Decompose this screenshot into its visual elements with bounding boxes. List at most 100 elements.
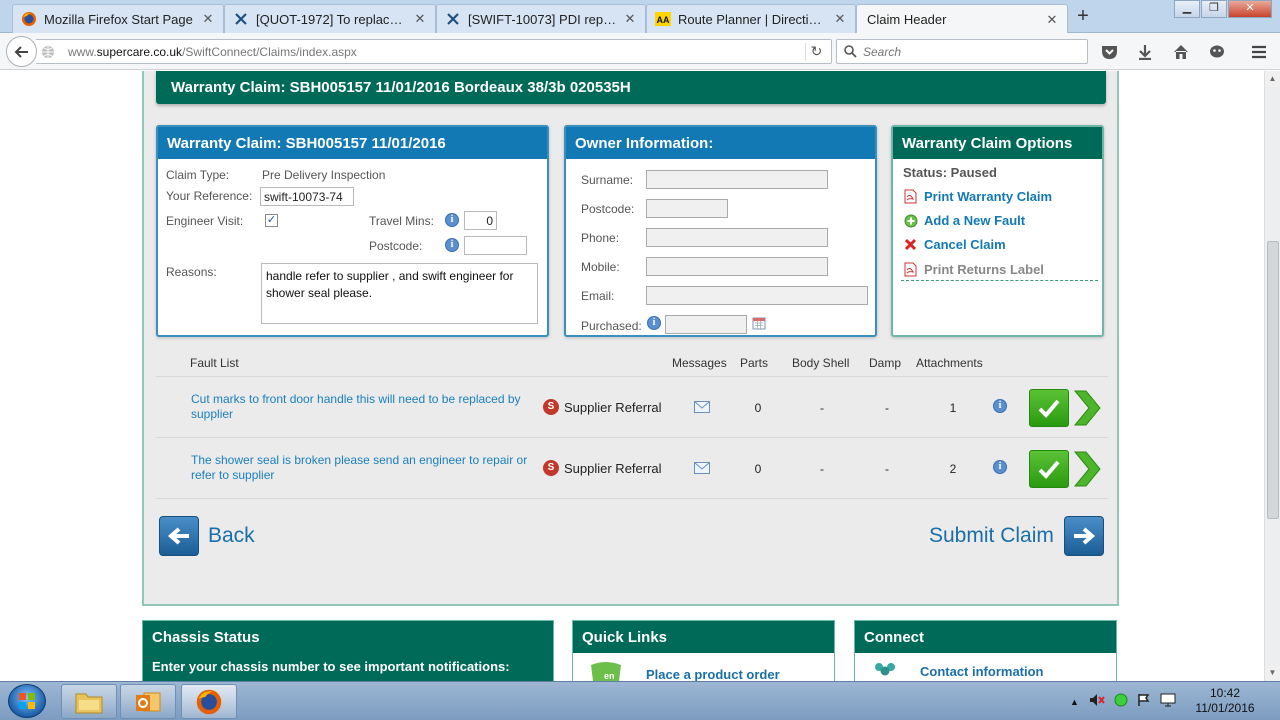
referral-text: Supplier Referral — [564, 399, 662, 415]
engineer-visit-checkbox[interactable]: ✓ — [265, 214, 278, 227]
fault-description-link[interactable]: Cut marks to front door handle this will… — [191, 392, 531, 422]
close-tab-icon[interactable]: ✕ — [413, 11, 427, 27]
travel-mins-input[interactable] — [464, 211, 497, 230]
email-field[interactable] — [646, 286, 868, 305]
connect-title: Connect — [855, 621, 1116, 653]
close-tab-icon[interactable]: ✕ — [1045, 12, 1059, 28]
cancel-icon — [903, 237, 918, 252]
close-tab-icon[interactable]: ✕ — [201, 11, 215, 27]
parts-count: 0 — [754, 462, 762, 476]
fault-info-icon[interactable]: i — [993, 460, 1007, 474]
phone-field[interactable] — [646, 228, 828, 247]
vertical-scrollbar[interactable]: ▲ ▼ — [1264, 71, 1280, 681]
network-status-icon[interactable] — [1114, 693, 1128, 710]
surname-field[interactable] — [646, 170, 828, 189]
fault-list-header: Fault List Messages Parts Body Shell Dam… — [156, 349, 1108, 377]
pocket-icon[interactable] — [1100, 43, 1118, 61]
messages-header: Messages — [672, 356, 727, 370]
supplier-referral-icon: S — [543, 460, 559, 476]
scroll-down-icon[interactable]: ▼ — [1265, 665, 1280, 681]
reference-input[interactable] — [260, 187, 354, 206]
owner-information-box: Owner Information: Surname: Postcode: Ph… — [564, 125, 877, 337]
connect-item[interactable]: Contact information — [855, 653, 1116, 681]
close-window-button[interactable]: ✕ — [1228, 0, 1272, 18]
supplier-referral-badge: S Supplier Referral — [543, 399, 662, 415]
mail-icon[interactable] — [694, 401, 710, 413]
search-input[interactable] — [863, 43, 1078, 61]
open-fault-arrow-icon[interactable] — [1072, 389, 1102, 427]
back-nav-button[interactable] — [6, 36, 37, 67]
print-warranty-claim-link[interactable]: Print Warranty Claim — [903, 189, 1052, 204]
approve-fault-button[interactable] — [1029, 389, 1069, 427]
scroll-up-icon[interactable]: ▲ — [1265, 71, 1280, 87]
show-hidden-icons[interactable]: ▲ — [1070, 697, 1079, 707]
jira-icon — [233, 11, 249, 27]
chat-icon[interactable] — [1208, 43, 1226, 61]
calendar-icon[interactable] — [752, 316, 766, 333]
travel-mins-info-icon[interactable]: i — [445, 213, 459, 227]
approve-fault-button[interactable] — [1029, 450, 1069, 488]
svg-text:AA: AA — [657, 15, 670, 25]
chassis-status-text: Enter your chassis number to see importa… — [143, 653, 553, 681]
search-bar[interactable] — [836, 39, 1088, 64]
download-icon[interactable] — [1136, 43, 1154, 61]
reload-icon[interactable]: ↻ — [805, 43, 827, 61]
windows-start-icon[interactable] — [8, 684, 46, 718]
menu-icon[interactable] — [1250, 43, 1268, 61]
display-icon[interactable] — [1160, 693, 1176, 710]
volume-muted-icon[interactable] — [1089, 693, 1105, 710]
options-title: Warranty Claim Options — [893, 127, 1102, 159]
cancel-claim-label: Cancel Claim — [924, 237, 1006, 252]
tab-route-planner[interactable]: AA Route Planner | Directions, ... ✕ — [646, 4, 856, 33]
submit-claim-button[interactable]: Submit Claim — [929, 516, 1104, 556]
firefox-taskbar-icon[interactable] — [181, 684, 237, 719]
damp-value: - — [885, 401, 889, 415]
tab-swift-10073[interactable]: [SWIFT-10073] PDI reports ... ✕ — [436, 4, 646, 33]
phone-label: Phone: — [581, 231, 620, 245]
home-icon[interactable] — [1172, 43, 1190, 61]
fault-description-link[interactable]: The shower seal is broken please send an… — [191, 453, 531, 483]
mail-icon[interactable] — [694, 462, 710, 474]
fault-list-header-title: Fault List — [190, 356, 239, 370]
open-fault-arrow-icon[interactable] — [1072, 450, 1102, 488]
pdf-icon — [903, 189, 918, 204]
quick-link-item[interactable]: en Place a product order — [573, 653, 834, 681]
tab-title: Route Planner | Directions, ... — [678, 11, 827, 27]
mobile-field[interactable] — [646, 257, 828, 276]
claim-type-value: Pre Delivery Inspection — [262, 168, 386, 182]
outlook-taskbar-icon[interactable] — [120, 684, 176, 719]
fault-row: The shower seal is broken please send an… — [156, 438, 1108, 499]
new-tab-button[interactable]: + — [1072, 6, 1094, 28]
connect-panel: Connect Contact information — [854, 620, 1117, 681]
tab-quot-1972[interactable]: [QUOT-1972] To replace se... ✕ — [224, 4, 436, 33]
search-icon — [844, 45, 857, 61]
url-bar[interactable]: www.supercare.co.uk/SwiftConnect/Claims/… — [36, 39, 832, 64]
add-new-fault-label: Add a New Fault — [924, 213, 1026, 228]
scroll-thumb[interactable] — [1267, 241, 1279, 519]
cancel-claim-link[interactable]: Cancel Claim — [903, 237, 1006, 252]
minimize-button[interactable]: ▁ — [1174, 0, 1200, 18]
maximize-button[interactable]: ❐ — [1201, 0, 1227, 18]
purchased-date-field[interactable] — [665, 315, 747, 334]
close-tab-icon[interactable]: ✕ — [623, 11, 637, 27]
owner-postcode-field[interactable] — [646, 199, 728, 218]
file-explorer-taskbar-icon[interactable] — [61, 684, 117, 719]
reasons-textarea[interactable]: handle refer to supplier , and swift eng… — [261, 263, 538, 324]
checkmark-icon — [1038, 399, 1060, 418]
print-returns-label-link[interactable]: Print Returns Label — [903, 262, 1044, 277]
add-new-fault-link[interactable]: Add a New Fault — [903, 213, 1025, 228]
action-center-flag-icon[interactable] — [1137, 693, 1151, 710]
back-button[interactable]: Back — [159, 516, 255, 556]
tab-firefox-start[interactable]: Mozilla Firefox Start Page ✕ — [12, 4, 224, 33]
purchased-info-icon[interactable]: i — [647, 316, 661, 330]
svg-text:en: en — [604, 671, 615, 681]
close-tab-icon[interactable]: ✕ — [833, 11, 847, 27]
supplier-referral-icon: S — [543, 399, 559, 415]
tab-claim-header[interactable]: Claim Header ✕ — [856, 4, 1068, 34]
body-shell-value: - — [820, 462, 824, 476]
postcode-info-icon[interactable]: i — [445, 238, 459, 252]
postcode-input[interactable] — [464, 236, 527, 255]
fault-info-icon[interactable]: i — [993, 399, 1007, 413]
add-icon — [903, 213, 918, 228]
system-clock[interactable]: 10:42 11/01/2016 — [1188, 686, 1262, 716]
